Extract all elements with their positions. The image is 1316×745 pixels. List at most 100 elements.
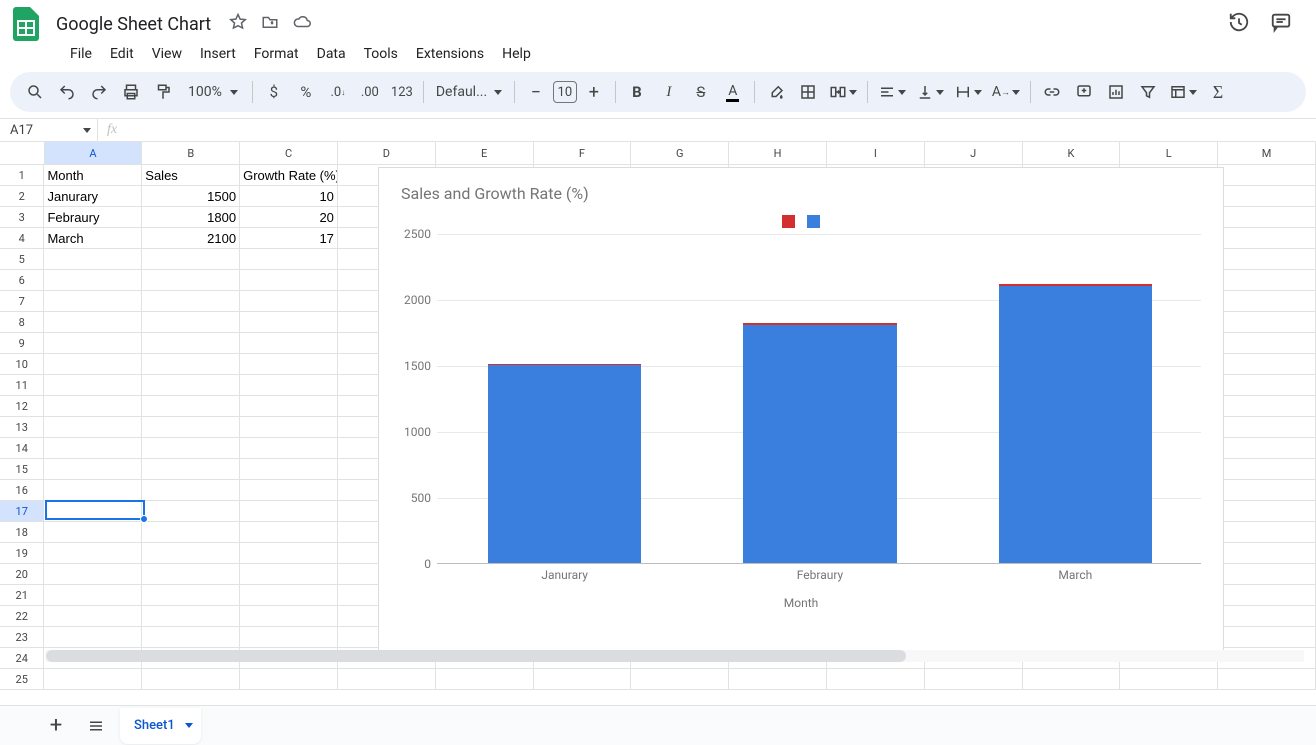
cell[interactable] bbox=[142, 396, 240, 417]
cell[interactable]: 10 bbox=[240, 186, 338, 207]
cell[interactable] bbox=[240, 312, 338, 333]
row-header[interactable]: 14 bbox=[0, 438, 44, 459]
search-icon[interactable] bbox=[20, 77, 50, 107]
cell[interactable] bbox=[827, 669, 925, 690]
menu-tools[interactable]: Tools bbox=[356, 42, 406, 66]
cell[interactable] bbox=[1218, 564, 1316, 585]
cell[interactable] bbox=[240, 375, 338, 396]
cell[interactable] bbox=[1218, 543, 1316, 564]
insert-link-button[interactable] bbox=[1037, 77, 1067, 107]
comments-icon[interactable] bbox=[1270, 11, 1292, 37]
all-sheets-button[interactable] bbox=[80, 710, 112, 742]
cell[interactable] bbox=[338, 669, 436, 690]
cell[interactable] bbox=[240, 564, 338, 585]
cell[interactable] bbox=[44, 501, 142, 522]
row-header[interactable]: 15 bbox=[0, 459, 44, 480]
cell[interactable] bbox=[142, 669, 240, 690]
cell[interactable] bbox=[1120, 669, 1218, 690]
cell[interactable] bbox=[44, 333, 142, 354]
cell[interactable]: 1800 bbox=[142, 207, 240, 228]
cell[interactable] bbox=[44, 291, 142, 312]
cell[interactable] bbox=[436, 669, 534, 690]
cell[interactable] bbox=[142, 459, 240, 480]
history-icon[interactable] bbox=[1228, 11, 1250, 37]
cell[interactable] bbox=[240, 543, 338, 564]
row-header[interactable]: 6 bbox=[0, 270, 44, 291]
column-header[interactable]: A bbox=[45, 142, 143, 165]
cell[interactable] bbox=[44, 417, 142, 438]
menu-view[interactable]: View bbox=[144, 42, 190, 66]
cell[interactable] bbox=[44, 606, 142, 627]
merge-cells-button[interactable] bbox=[825, 77, 861, 107]
increase-decimal-icon[interactable]: .00 bbox=[355, 77, 385, 107]
cell[interactable] bbox=[142, 585, 240, 606]
insert-chart-button[interactable] bbox=[1101, 77, 1131, 107]
text-wrap-button[interactable] bbox=[950, 77, 986, 107]
vertical-align-button[interactable] bbox=[912, 77, 948, 107]
cell[interactable] bbox=[142, 627, 240, 648]
cell[interactable] bbox=[44, 459, 142, 480]
number-format-button[interactable]: 123 bbox=[387, 77, 417, 107]
cell[interactable] bbox=[1218, 522, 1316, 543]
cell[interactable] bbox=[240, 249, 338, 270]
column-header[interactable]: F bbox=[534, 142, 632, 165]
horizontal-scrollbar[interactable] bbox=[46, 650, 1304, 662]
menu-extensions[interactable]: Extensions bbox=[408, 42, 492, 66]
row-header[interactable]: 10 bbox=[0, 354, 44, 375]
row-header[interactable]: 2 bbox=[0, 186, 44, 207]
text-rotation-button[interactable]: A→ bbox=[988, 77, 1024, 107]
cell[interactable] bbox=[44, 249, 142, 270]
cell[interactable] bbox=[1218, 417, 1316, 438]
sheet-tab-active[interactable]: Sheet1 bbox=[120, 708, 201, 744]
cell[interactable] bbox=[240, 333, 338, 354]
add-sheet-button[interactable]: + bbox=[40, 710, 72, 742]
strikethrough-button[interactable]: S bbox=[686, 77, 716, 107]
cell[interactable] bbox=[1218, 333, 1316, 354]
cell[interactable] bbox=[142, 291, 240, 312]
row-header[interactable]: 19 bbox=[0, 543, 44, 564]
sheets-app-icon[interactable] bbox=[6, 4, 46, 44]
cell[interactable] bbox=[240, 354, 338, 375]
column-header[interactable]: J bbox=[925, 142, 1023, 165]
cell[interactable] bbox=[240, 396, 338, 417]
cell[interactable] bbox=[1218, 459, 1316, 480]
cell[interactable] bbox=[142, 564, 240, 585]
cell[interactable] bbox=[1218, 501, 1316, 522]
cell[interactable] bbox=[729, 669, 827, 690]
column-header[interactable]: B bbox=[142, 142, 240, 165]
cell[interactable] bbox=[240, 480, 338, 501]
borders-button[interactable] bbox=[793, 77, 823, 107]
cell[interactable] bbox=[44, 354, 142, 375]
decrease-decimal-icon[interactable]: .0↓ bbox=[323, 77, 353, 107]
menu-data[interactable]: Data bbox=[309, 42, 354, 66]
cell[interactable]: Janurary bbox=[44, 186, 142, 207]
menu-file[interactable]: File bbox=[62, 42, 100, 66]
cell[interactable] bbox=[1218, 270, 1316, 291]
doc-title[interactable]: Google Sheet Chart bbox=[50, 12, 217, 37]
row-header[interactable]: 4 bbox=[0, 228, 44, 249]
column-header[interactable]: G bbox=[631, 142, 729, 165]
cell[interactable] bbox=[240, 417, 338, 438]
cell[interactable] bbox=[240, 291, 338, 312]
column-header[interactable]: D bbox=[338, 142, 436, 165]
row-header[interactable]: 21 bbox=[0, 585, 44, 606]
cloud-status-icon[interactable] bbox=[293, 13, 311, 35]
undo-icon[interactable] bbox=[52, 77, 82, 107]
row-header[interactable]: 1 bbox=[0, 165, 44, 186]
row-header[interactable]: 13 bbox=[0, 417, 44, 438]
redo-icon[interactable] bbox=[84, 77, 114, 107]
cell[interactable] bbox=[142, 270, 240, 291]
cell[interactable] bbox=[240, 459, 338, 480]
cell[interactable] bbox=[1218, 606, 1316, 627]
cell[interactable] bbox=[1023, 669, 1121, 690]
italic-button[interactable]: I bbox=[654, 77, 684, 107]
cell[interactable] bbox=[44, 312, 142, 333]
cell[interactable] bbox=[240, 522, 338, 543]
functions-button[interactable]: Σ bbox=[1203, 77, 1233, 107]
cell[interactable]: Febraury bbox=[44, 207, 142, 228]
cell[interactable] bbox=[240, 606, 338, 627]
column-header[interactable]: L bbox=[1120, 142, 1218, 165]
cell[interactable] bbox=[44, 669, 142, 690]
cell[interactable] bbox=[240, 669, 338, 690]
cell[interactable] bbox=[1218, 375, 1316, 396]
